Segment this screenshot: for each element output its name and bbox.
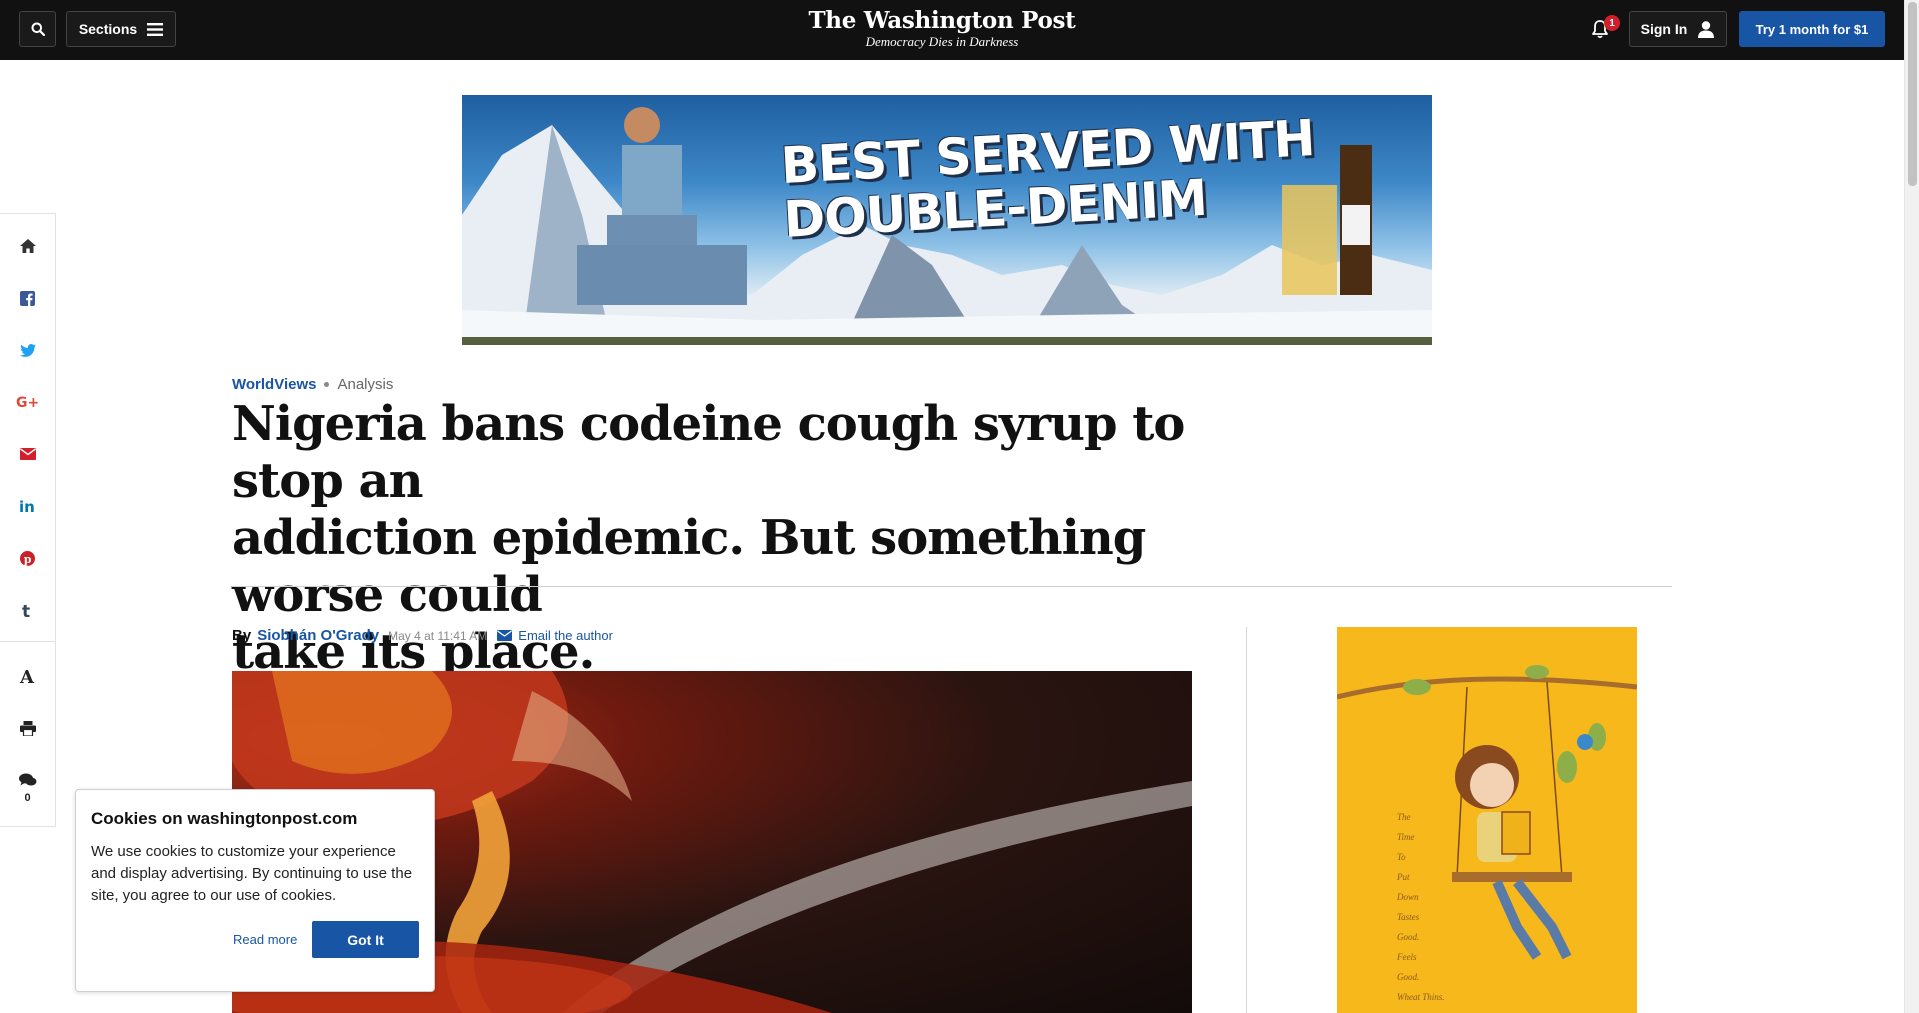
cookie-notice: Cookies on washingtonpost.com We use coo… bbox=[75, 789, 435, 992]
share-email[interactable] bbox=[0, 434, 55, 474]
cookie-accept-button[interactable]: Got It bbox=[312, 921, 419, 958]
section-link[interactable]: WorldViews bbox=[232, 376, 316, 393]
font-size-button[interactable]: A bbox=[0, 656, 55, 696]
top-nav: Sections The Washington Post Democracy D… bbox=[0, 0, 1904, 60]
search-button[interactable] bbox=[19, 11, 56, 47]
search-icon bbox=[31, 22, 45, 36]
ad-copy-line: Tastes bbox=[1397, 912, 1420, 922]
share-tumblr[interactable]: t bbox=[0, 590, 55, 630]
share-linkedin[interactable]: in bbox=[0, 486, 55, 526]
home-button[interactable] bbox=[0, 226, 55, 266]
side-ad-copy: The Time To Put Down Tastes Good. Feels … bbox=[1397, 807, 1445, 1007]
comments-icon bbox=[18, 773, 36, 785]
byline: By Siobhán O'Grady May 4 at 11:41 AM Ema… bbox=[232, 627, 613, 644]
sections-label: Sections bbox=[78, 21, 138, 37]
svg-text:t: t bbox=[22, 602, 30, 619]
twitter-icon bbox=[19, 343, 36, 357]
ad-copy-line: To bbox=[1397, 852, 1406, 862]
side-ad[interactable]: The Time To Put Down Tastes Good. Feels … bbox=[1337, 627, 1637, 1013]
home-icon bbox=[19, 239, 36, 253]
page-scrollbar[interactable] bbox=[1904, 0, 1919, 1013]
share-rail: G+ in p t A 0 bbox=[0, 213, 56, 827]
article-kicker: WorldViews Analysis bbox=[232, 376, 393, 393]
ad-bottom-bar bbox=[462, 337, 1432, 345]
email-author-label: Email the author bbox=[518, 628, 613, 643]
facebook-icon bbox=[20, 290, 35, 306]
ad-copy-line: Good. bbox=[1397, 932, 1420, 942]
site-logo[interactable]: The Washington Post Democracy Dies in Da… bbox=[760, 8, 1124, 50]
swing-illustration bbox=[1337, 665, 1637, 960]
ad-copy-line: Down bbox=[1397, 892, 1419, 902]
article-label: Analysis bbox=[337, 376, 394, 393]
comment-count: 0 bbox=[24, 792, 31, 804]
sign-in-button[interactable]: Sign In bbox=[1629, 11, 1727, 47]
pinterest-icon: p bbox=[20, 550, 35, 566]
scrollbar-thumb[interactable] bbox=[1908, 2, 1917, 186]
svg-text:in: in bbox=[19, 499, 35, 513]
top-ad-banner[interactable]: BEST SERVED WITH DOUBLE-DENIM bbox=[462, 95, 1432, 345]
byline-prefix: By bbox=[232, 627, 252, 644]
envelope-icon bbox=[497, 630, 513, 641]
email-icon bbox=[19, 448, 36, 460]
ad-copy-line: The bbox=[1397, 812, 1411, 822]
header-divider bbox=[232, 586, 1672, 587]
ad-copy-line: Good. bbox=[1397, 972, 1420, 982]
author-link[interactable]: Siobhán O'Grady bbox=[257, 627, 379, 644]
ad-copy-line: Put bbox=[1397, 872, 1410, 882]
sign-in-label: Sign In bbox=[1640, 21, 1688, 37]
cookie-title: Cookies on washingtonpost.com bbox=[91, 809, 358, 828]
kicker-separator bbox=[324, 382, 330, 387]
share-google-plus[interactable]: G+ bbox=[0, 382, 55, 422]
subscribe-button[interactable]: Try 1 month for $1 bbox=[1739, 11, 1885, 47]
cookie-read-more-link[interactable]: Read more bbox=[233, 932, 297, 947]
linkedin-icon: in bbox=[19, 499, 35, 513]
tumblr-icon: t bbox=[22, 602, 30, 619]
print-button[interactable] bbox=[0, 708, 55, 748]
publish-date: May 4 at 11:41 AM bbox=[388, 628, 488, 643]
cookie-body: We use cookies to customize your experie… bbox=[91, 843, 413, 904]
email-author-link[interactable]: Email the author bbox=[497, 628, 613, 643]
svg-text:G+: G+ bbox=[16, 395, 39, 409]
ad-copy-line: Time bbox=[1397, 832, 1415, 842]
logo-title: The Washington Post bbox=[808, 7, 1076, 34]
sections-button[interactable]: Sections bbox=[66, 11, 176, 47]
print-icon bbox=[19, 720, 36, 736]
font-size-icon: A bbox=[19, 667, 35, 685]
ad-copy-line: Feels bbox=[1397, 952, 1417, 962]
user-icon bbox=[1698, 21, 1715, 38]
column-divider bbox=[1246, 627, 1247, 1013]
logo-tagline: Democracy Dies in Darkness bbox=[865, 34, 1019, 49]
share-facebook[interactable] bbox=[0, 278, 55, 318]
notification-badge: 1 bbox=[1604, 15, 1620, 31]
google-plus-icon: G+ bbox=[16, 395, 39, 409]
share-pinterest[interactable]: p bbox=[0, 538, 55, 578]
svg-text:A: A bbox=[19, 667, 35, 685]
share-twitter[interactable] bbox=[0, 330, 55, 370]
headline-line1: Nigeria bans codeine cough syrup to stop… bbox=[232, 396, 1185, 509]
svg-text:p: p bbox=[24, 553, 32, 566]
ad-copy-line: Wheat Thins. bbox=[1397, 992, 1445, 1002]
rail-divider bbox=[0, 641, 55, 642]
headline-line2: addiction epidemic. But something worse … bbox=[232, 510, 1146, 623]
hamburger-icon bbox=[147, 22, 164, 36]
